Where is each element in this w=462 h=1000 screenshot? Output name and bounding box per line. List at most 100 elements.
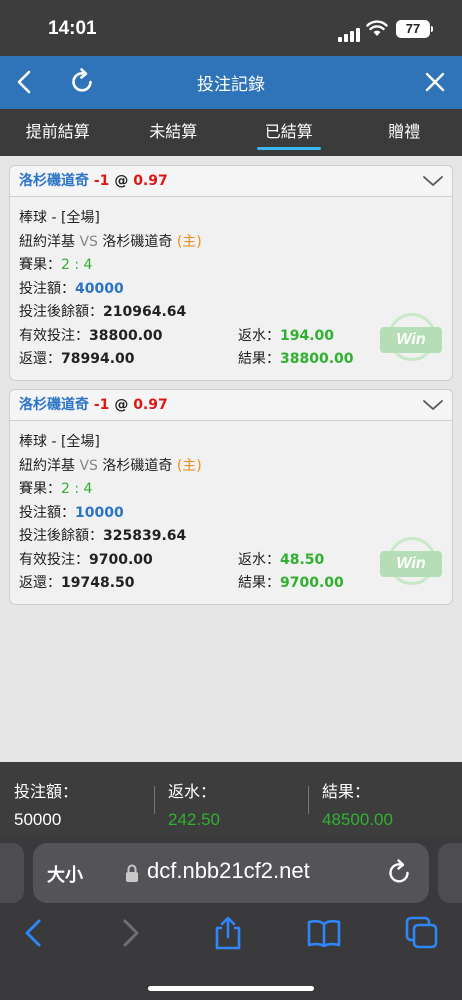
wifi-icon	[366, 20, 388, 36]
rebate-label: 返水：	[238, 551, 280, 568]
stake-row: 投注額：40000	[19, 278, 443, 302]
tabs-icon[interactable]	[404, 915, 440, 951]
lock-icon	[126, 864, 138, 882]
summary-divider	[154, 786, 155, 814]
chevron-down-icon[interactable]	[422, 396, 444, 414]
summary-divider	[308, 786, 309, 814]
bet-card: 洛杉磯道奇 -1 @ 0.97 棒球 - [全場] 紐約洋基 VS 洛杉磯道奇 …	[9, 389, 453, 605]
score-label: 賽果：	[19, 257, 61, 273]
stake-label: 投注額：	[19, 504, 75, 521]
address-bar[interactable]: 大小 dcf.nbb21cf2.net	[33, 843, 429, 903]
valid-label: 有效投注：	[19, 327, 89, 344]
win-badge-label: Win	[380, 551, 442, 577]
bet-selection: 洛杉磯道奇	[19, 173, 89, 189]
valid-label: 有效投注：	[19, 551, 89, 568]
browser-back-icon[interactable]	[16, 915, 52, 951]
close-icon[interactable]	[420, 66, 450, 98]
tab-early-settle[interactable]: 提前結算	[0, 109, 116, 156]
return-value: 19748.50	[61, 575, 135, 591]
bet-card: 洛杉磯道奇 -1 @ 0.97 棒球 - [全場] 紐約洋基 VS 洛杉磯道奇 …	[9, 165, 453, 381]
bookmarks-icon[interactable]	[306, 915, 342, 951]
share-icon[interactable]	[210, 915, 246, 951]
bet-at: @	[114, 397, 129, 413]
stake-row: 投注額：10000	[19, 502, 443, 526]
browser-toolbar: 大小 dcf.nbb21cf2.net	[0, 835, 462, 1000]
score-value: 2 : 4	[61, 257, 93, 273]
bet-handicap: -1	[93, 397, 110, 413]
nav-bar: 投注記錄	[0, 56, 462, 109]
sport-line: 棒球 - [全場]	[19, 434, 100, 450]
tab-bar: 提前結算 未結算 已結算 贈禮	[0, 109, 462, 156]
next-tab-preview[interactable]	[438, 843, 462, 903]
win-badge-label: Win	[380, 327, 442, 353]
tab-unsettled[interactable]: 未結算	[116, 109, 232, 156]
score-row: 賽果：2 : 4	[19, 254, 443, 278]
browser-forward-icon[interactable]	[112, 915, 148, 951]
stake-label: 投注額：	[19, 280, 75, 297]
home-side-tag: (主)	[176, 233, 202, 250]
rebate-value: 48.50	[280, 551, 325, 568]
score-label: 賽果：	[19, 481, 61, 497]
reload-icon[interactable]	[385, 857, 415, 889]
stake-value: 40000	[75, 280, 124, 297]
url-text[interactable]: dcf.nbb21cf2.net	[147, 858, 310, 884]
vs-label: VS	[79, 233, 98, 250]
text-size-button[interactable]: 大小	[47, 861, 83, 887]
rebate-value: 194.00	[280, 327, 335, 344]
summary-stake-value: 50000	[14, 810, 62, 829]
summary-result-value: 48500.00	[322, 810, 393, 829]
balance-value: 210964.64	[103, 304, 187, 320]
stake-value: 10000	[75, 504, 124, 521]
valid-value: 9700.00	[89, 551, 153, 568]
home-team: 紐約洋基	[19, 233, 75, 250]
status-time: 14:01	[48, 18, 97, 39]
tab-gifts[interactable]: 贈禮	[347, 109, 462, 156]
sport-line: 棒球 - [全場]	[19, 210, 100, 226]
summary-stake: 投注額： 50000	[14, 778, 78, 830]
result-label: 結果：	[238, 351, 280, 367]
score-value: 2 : 4	[61, 481, 93, 497]
bet-odds: 0.97	[133, 397, 168, 413]
balance-label: 投注後餘額：	[19, 528, 103, 544]
summary-rebate: 返水： 242.50	[168, 778, 220, 830]
bet-selection: 洛杉磯道奇	[19, 397, 89, 413]
win-badge: Win	[380, 313, 442, 365]
balance-value: 325839.64	[103, 528, 187, 544]
bet-card-body: 棒球 - [全場] 紐約洋基 VS 洛杉磯道奇 (主) 賽果：2 : 4 投注額…	[10, 421, 452, 596]
vs-label: VS	[79, 457, 98, 474]
return-label: 返還：	[19, 575, 61, 591]
matchup: 紐約洋基 VS 洛杉磯道奇 (主)	[19, 231, 443, 255]
away-team: 洛杉磯道奇	[102, 457, 173, 474]
summary-rebate-value: 242.50	[168, 810, 220, 829]
win-badge: Win	[380, 537, 442, 589]
summary-result-label: 結果：	[322, 784, 371, 801]
bet-card-header[interactable]: 洛杉磯道奇 -1 @ 0.97	[10, 390, 452, 421]
return-label: 返還：	[19, 351, 61, 367]
previous-tab-preview[interactable]	[0, 843, 24, 903]
bet-at: @	[114, 173, 129, 189]
away-team: 洛杉磯道奇	[102, 233, 173, 250]
summary-stake-label: 投注額：	[14, 784, 79, 801]
summary-rebate-label: 返水：	[168, 784, 217, 801]
return-value: 78994.00	[61, 351, 135, 367]
battery-icon: 77	[396, 20, 430, 38]
result-value: 38800.00	[280, 351, 354, 367]
result-value: 9700.00	[280, 575, 344, 591]
bet-list: 洛杉磯道奇 -1 @ 0.97 棒球 - [全場] 紐約洋基 VS 洛杉磯道奇 …	[0, 156, 462, 762]
bet-odds: 0.97	[133, 173, 168, 189]
battery-tip	[431, 26, 433, 32]
matchup: 紐約洋基 VS 洛杉磯道奇 (主)	[19, 455, 443, 479]
home-team: 紐約洋基	[19, 457, 75, 474]
bet-card-body: 棒球 - [全場] 紐約洋基 VS 洛杉磯道奇 (主) 賽果：2 : 4 投注額…	[10, 197, 452, 372]
valid-value: 38800.00	[89, 327, 163, 344]
tab-settled[interactable]: 已結算	[231, 109, 347, 156]
home-indicator	[148, 986, 314, 991]
bet-card-header[interactable]: 洛杉磯道奇 -1 @ 0.97	[10, 166, 452, 197]
page-title: 投注記錄	[197, 75, 265, 95]
result-label: 結果：	[238, 575, 280, 591]
chevron-down-icon[interactable]	[422, 172, 444, 190]
summary-bar: 投注額： 50000 返水： 242.50 結果： 48500.00	[0, 762, 462, 835]
status-bar: 14:01 77	[0, 0, 462, 56]
rebate-label: 返水：	[238, 327, 280, 344]
bet-handicap: -1	[93, 173, 110, 189]
